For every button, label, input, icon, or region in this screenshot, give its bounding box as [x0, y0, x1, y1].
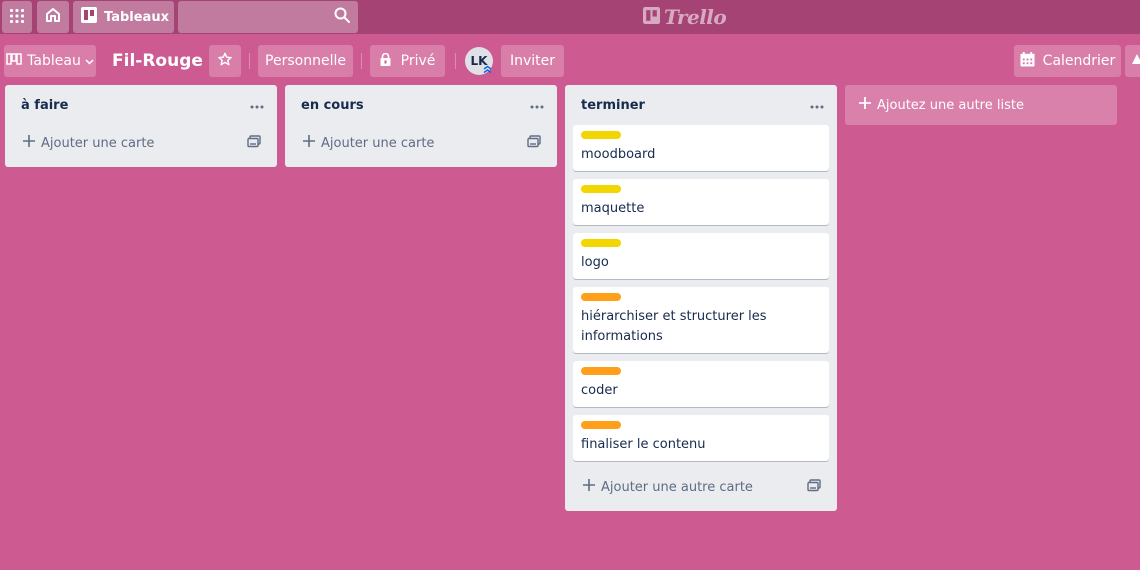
- list-header: terminer: [565, 85, 837, 125]
- list-title[interactable]: terminer: [581, 98, 645, 113]
- card-label[interactable]: [581, 185, 621, 193]
- list-title[interactable]: en cours: [301, 98, 364, 113]
- plus-icon: [23, 135, 35, 151]
- card-list: moodboard maquette logo hiérarchiser et …: [565, 125, 837, 461]
- logo-text: Trello: [664, 5, 727, 29]
- workspace-button[interactable]: Personnelle: [258, 45, 353, 77]
- card[interactable]: coder: [573, 361, 829, 407]
- grid-icon: [10, 8, 24, 27]
- card[interactable]: moodboard: [573, 125, 829, 171]
- card-title: logo: [581, 255, 609, 270]
- add-card-button[interactable]: Ajouter une carte: [13, 125, 269, 161]
- card-label[interactable]: [581, 421, 621, 429]
- card[interactable]: finaliser le contenu: [573, 415, 829, 461]
- visibility-button[interactable]: Privé: [370, 45, 445, 77]
- card-title: coder: [581, 383, 618, 398]
- plus-icon: [583, 479, 595, 495]
- list-en-cours: en cours Ajouter une carte: [285, 85, 557, 167]
- list-menu-button[interactable]: [797, 85, 837, 125]
- top-header: Tableaux Trello: [0, 0, 1140, 34]
- power-up-button[interactable]: [1125, 45, 1140, 77]
- board-view-label: Tableau: [27, 53, 81, 69]
- plus-icon: [303, 135, 315, 151]
- invite-button[interactable]: Inviter: [501, 45, 564, 77]
- card[interactable]: hiérarchiser et structurer les informati…: [573, 287, 829, 353]
- invite-label: Inviter: [509, 53, 556, 69]
- board-title[interactable]: Fil-Rouge: [112, 47, 203, 75]
- list-menu-button[interactable]: [517, 85, 557, 125]
- boards-button[interactable]: Tableaux: [73, 1, 174, 33]
- add-list-label: Ajoutez une autre liste: [877, 97, 1024, 113]
- star-icon: [218, 52, 232, 70]
- add-card-button[interactable]: Ajouter une autre carte: [573, 469, 829, 505]
- list-header: à faire: [5, 85, 277, 125]
- card-title: moodboard: [581, 147, 656, 162]
- add-card-label: Ajouter une carte: [321, 135, 435, 151]
- card[interactable]: logo: [573, 233, 829, 279]
- lock-icon: [380, 52, 391, 70]
- add-card-button[interactable]: Ajouter une carte: [293, 125, 549, 161]
- chevron-down-icon: [85, 53, 94, 69]
- board-view-switcher[interactable]: Tableau: [4, 45, 96, 77]
- trello-logo-icon: [643, 5, 660, 29]
- board-icon: [81, 7, 97, 27]
- home-button[interactable]: [37, 1, 69, 33]
- boards-label: Tableaux: [104, 9, 169, 25]
- list-title[interactable]: à faire: [21, 98, 68, 113]
- calendar-button[interactable]: Calendrier: [1014, 45, 1121, 77]
- card-label[interactable]: [581, 367, 621, 375]
- divider: [249, 53, 250, 69]
- list-a-faire: à faire Ajouter une carte: [5, 85, 277, 167]
- card-label[interactable]: [581, 239, 621, 247]
- card-label[interactable]: [581, 131, 621, 139]
- visibility-label: Privé: [400, 53, 436, 69]
- calendar-icon: [1020, 51, 1035, 71]
- search-icon[interactable]: [334, 7, 350, 27]
- ellipsis-icon: [530, 98, 544, 113]
- trello-logo[interactable]: Trello: [643, 5, 727, 29]
- card[interactable]: maquette: [573, 179, 829, 225]
- list-menu-button[interactable]: [237, 85, 277, 125]
- list-terminer: terminer moodboard maquette logo hiérarc…: [565, 85, 837, 511]
- card-title: finaliser le contenu: [581, 437, 706, 452]
- add-card-label: Ajouter une carte: [41, 135, 155, 151]
- card-title: hiérarchiser et structurer les informati…: [581, 309, 767, 344]
- divider: [361, 53, 362, 69]
- add-list-button[interactable]: Ajoutez une autre liste: [845, 85, 1117, 125]
- admin-chevron-icon: [482, 64, 493, 75]
- workspace-label: Personnelle: [265, 53, 346, 69]
- ellipsis-icon: [810, 98, 824, 113]
- power-up-icon: [1131, 52, 1140, 70]
- board-view-icon: [6, 53, 22, 69]
- calendar-label: Calendrier: [1042, 53, 1116, 69]
- list-header: en cours: [285, 85, 557, 125]
- apps-button[interactable]: [2, 1, 32, 33]
- ellipsis-icon: [250, 98, 264, 113]
- card-template-icon[interactable]: [247, 134, 261, 152]
- card-title: maquette: [581, 201, 645, 216]
- divider: [455, 53, 456, 69]
- plus-icon: [859, 97, 871, 113]
- card-template-icon[interactable]: [807, 478, 821, 496]
- add-card-label: Ajouter une autre carte: [601, 479, 753, 495]
- star-button[interactable]: [209, 45, 241, 77]
- search-input[interactable]: [178, 1, 358, 33]
- home-icon: [45, 7, 61, 27]
- card-template-icon[interactable]: [527, 134, 541, 152]
- card-label[interactable]: [581, 293, 621, 301]
